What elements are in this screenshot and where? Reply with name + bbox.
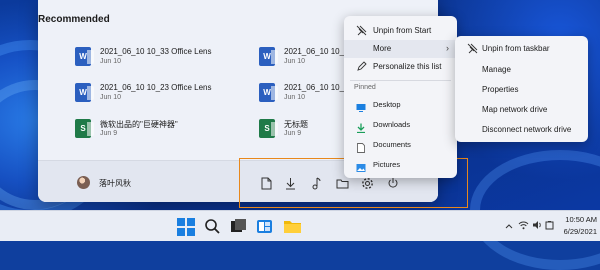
manage-item[interactable]: Manage <box>455 61 588 79</box>
download-icon <box>356 120 366 134</box>
chevron-right-icon: › <box>446 43 449 53</box>
pinned-documents[interactable]: Documents <box>344 136 457 154</box>
recommended-item-name: 2021_06_10 10_33 Office Lens <box>100 47 212 56</box>
music-icon[interactable] <box>308 175 324 191</box>
personalize-item[interactable]: Personalize this list <box>344 58 457 76</box>
recommended-item-name: 微软出品的"巨硬神器" <box>100 120 178 129</box>
user-name[interactable]: 落叶风秋 <box>99 178 131 189</box>
word-file-icon: W <box>75 83 94 102</box>
recommended-item-name: 2021_06_10 10_23 Office Lens <box>100 83 212 92</box>
sheet-file-icon: S <box>75 119 94 138</box>
widgets-icon[interactable] <box>255 217 274 236</box>
map-network-drive-item[interactable]: Map network drive <box>455 101 588 119</box>
properties-item[interactable]: Properties <box>455 81 588 99</box>
recommended-item-date: Jun 9 <box>100 130 118 137</box>
avatar[interactable] <box>77 176 90 189</box>
pinned-pictures[interactable]: Pictures <box>344 156 457 174</box>
word-file-icon: W <box>259 47 278 66</box>
download-icon[interactable] <box>282 175 298 191</box>
recommended-item-date: Jun 10 <box>100 58 122 65</box>
pictures-icon <box>356 160 366 172</box>
taskbar: 10:50 AM 6/29/2021 <box>0 210 600 241</box>
recommended-item[interactable]: S 微软出品的"巨硬神器" Jun 9 <box>75 117 225 143</box>
recommended-item-date: Jun 9 <box>284 130 302 137</box>
sheet-file-icon: S <box>259 119 278 138</box>
task-view-icon[interactable] <box>229 217 248 236</box>
desktop-icon <box>356 100 366 112</box>
clock-date: 6/29/2021 <box>563 227 597 236</box>
recommended-item[interactable]: W 2021_06_10 10_33 Office Lens Jun 10 <box>75 45 225 71</box>
chevron-up-icon[interactable] <box>505 221 513 231</box>
pinned-label: Pinned <box>354 84 376 91</box>
pinned-downloads[interactable]: Downloads <box>344 116 457 134</box>
recommended-item-name: 无标题 <box>284 120 308 129</box>
windows-start-icon[interactable] <box>176 217 195 236</box>
word-file-icon: W <box>259 83 278 102</box>
pinned-desktop[interactable]: Desktop <box>344 96 457 114</box>
recommended-item-date: Jun 10 <box>100 94 122 101</box>
pen-icon <box>355 61 367 73</box>
recommended-item[interactable]: W 2021_06_10 10_23 Office Lens Jun 10 <box>75 81 225 107</box>
unpin-from-taskbar-item[interactable]: Unpin from taskbar <box>455 40 588 58</box>
recommended-item-date: Jun 10 <box>284 94 306 101</box>
clock-time: 10:50 AM <box>565 215 597 224</box>
file-explorer-icon[interactable] <box>283 217 302 236</box>
unpin-icon <box>466 43 478 55</box>
context-menu: Unpin from Start More › Personalize this… <box>344 16 457 178</box>
unpin-from-start-item[interactable]: Unpin from Start <box>344 22 457 40</box>
word-file-icon: W <box>75 47 94 66</box>
disconnect-network-drive-item[interactable]: Disconnect network drive <box>455 121 588 139</box>
document-icon[interactable] <box>258 175 274 191</box>
recommended-item-date: Jun 10 <box>284 58 306 65</box>
more-item[interactable]: More › <box>344 40 457 58</box>
more-submenu: Unpin from taskbar Manage Properties Map… <box>455 36 588 142</box>
search-icon[interactable] <box>203 217 222 236</box>
volume-icon[interactable] <box>532 220 543 232</box>
unpin-icon <box>355 25 367 37</box>
clock[interactable]: 10:50 AM 6/29/2021 <box>553 215 597 236</box>
menu-separator <box>350 80 451 81</box>
recommended-title: Recommended <box>38 14 110 25</box>
wifi-icon[interactable] <box>518 220 529 232</box>
document-icon <box>356 140 366 153</box>
